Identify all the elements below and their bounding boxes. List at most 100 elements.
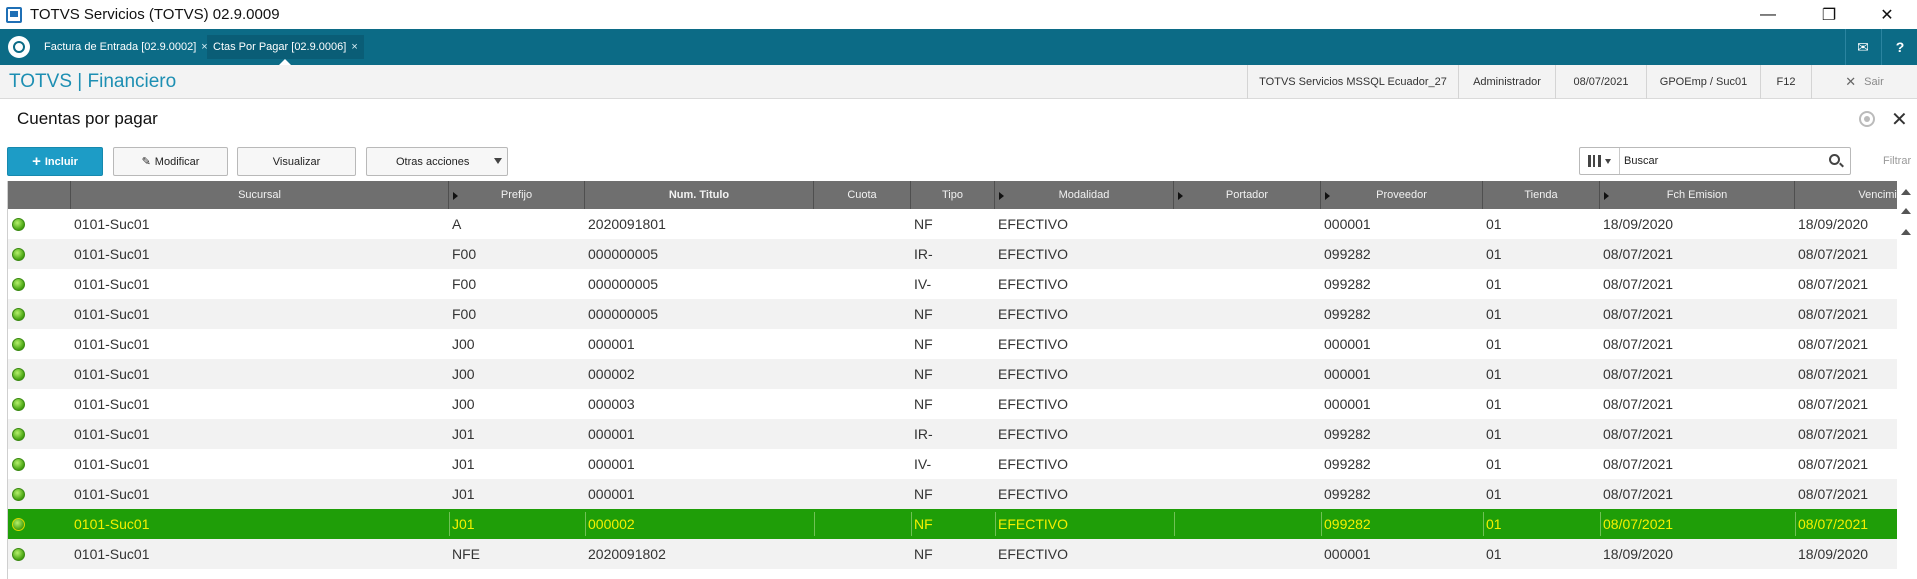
cell-cuota [814,329,911,359]
cell-tienda: 01 [1486,456,1502,472]
header-num-titulo[interactable]: Num. Titulo [585,181,814,209]
header-modalidad[interactable]: Modalidad [995,181,1174,209]
header-proveedor[interactable]: Proveedor [1321,181,1483,209]
company-info[interactable]: TOTVS Servicios MSSQL Ecuador_27 [1247,65,1458,99]
divider [1321,512,1322,536]
table-row[interactable]: 0101-Suc01 F00 000000005 IR- EFECTIVO 099282 0… [8,239,1905,269]
cell-cuota [814,539,911,569]
maximize-button[interactable]: ❐ [1806,0,1852,29]
cell-portador [1174,359,1321,389]
status-green-icon [12,428,25,441]
cell-tipo: IV- [914,276,932,292]
table-row[interactable]: 0101-Suc01 J00 000001 NF EFECTIVO 000001 01 08/… [8,329,1905,359]
other-actions-dropdown[interactable]: Otras acciones [366,147,508,176]
tab-close-icon[interactable]: × [351,41,357,53]
cell-modalidad: EFECTIVO [998,426,1069,442]
divider [1881,29,1882,65]
app-icon [6,6,22,23]
cell-portador [1174,239,1321,269]
totvs-logo-icon[interactable] [8,36,30,58]
cell-prefijo: J00 [452,366,475,382]
cell-modalidad: EFECTIVO [998,246,1069,262]
modify-label: Modificar [154,155,200,168]
table-row[interactable]: 0101-Suc01 J01 000001 NF EFECTIVO 099282 01 08/… [8,479,1905,509]
cell-tienda: 01 [1486,336,1502,352]
cell-portador [1174,509,1321,539]
payables-grid: Sucursal Prefijo Num. Titulo Cuota Tipo … [7,181,1905,579]
header-vencimiento[interactable]: Vencimie [1795,181,1905,209]
user-info[interactable]: Administrador [1458,65,1555,99]
cell-tipo: NF [914,336,933,352]
header-prefijo[interactable]: Prefijo [449,181,585,209]
cell-portador [1174,329,1321,359]
cell-cuota [814,389,911,419]
gear-icon[interactable] [1859,111,1875,127]
include-button[interactable]: + Incluir [7,147,103,176]
f12-shortcut[interactable]: F12 [1760,65,1811,99]
header-sucursal[interactable]: Sucursal [71,181,449,209]
modify-button[interactable]: ✎ Modificar [113,147,228,176]
status-green-icon [12,218,25,231]
cell-num-titulo: 000002 [588,516,635,532]
table-row[interactable]: 0101-Suc01 J01 000001 IV- EFECTIVO 099282 01 08… [8,449,1905,479]
header-tienda[interactable]: Tienda [1483,181,1600,209]
cell-tipo: NF [914,306,933,322]
table-row-selected[interactable]: 0101-Suc01 J01 000002 NF EFECTIVO 099282 01 08/… [8,509,1905,539]
other-actions-label: Otras acciones [396,155,470,168]
tab-ctas-por-pagar[interactable]: Ctas Por Pagar [02.9.0006] × [207,35,364,65]
cell-tienda: 01 [1486,306,1502,322]
view-button[interactable]: Visualizar [237,147,356,176]
cell-tienda: 01 [1486,246,1502,262]
view-label: Visualizar [272,155,321,168]
header-cuota[interactable]: Cuota [814,181,911,209]
cell-tipo: NF [914,366,933,382]
table-row[interactable]: 0101-Suc01 NFE 2020091802 NF EFECTIVO 000001 0… [8,539,1905,569]
search-icon[interactable] [1829,154,1840,165]
table-row[interactable]: 0101-Suc01 F00 000000005 IV- EFECTIVO 099282 0… [8,269,1905,299]
search-input[interactable] [1624,151,1824,171]
close-page-button[interactable]: ✕ [1891,107,1908,132]
cell-prefijo: J01 [452,456,475,472]
date-info[interactable]: 08/07/2021 [1555,65,1646,99]
minimize-button[interactable]: — [1745,0,1791,29]
cell-sucursal: 0101-Suc01 [74,456,150,472]
plus-icon: + [32,153,41,170]
cell-num-titulo: 000000005 [588,276,659,292]
filter-button[interactable]: Filtrar [1883,155,1911,167]
divider [1600,512,1601,536]
header-fch-emision[interactable]: Fch Emision [1600,181,1795,209]
columns-menu-button[interactable] [1580,148,1620,174]
exit-button[interactable]: ✕ Sair [1811,65,1917,99]
header-portador[interactable]: Portador [1174,181,1321,209]
vertical-scrollbar[interactable] [1897,181,1917,579]
header-tipo[interactable]: Tipo [911,181,995,209]
search-box [1579,147,1851,175]
cell-modalidad: EFECTIVO [998,336,1069,352]
divider [449,512,450,536]
mail-icon[interactable]: ✉ [1846,29,1880,65]
help-icon[interactable]: ? [1883,29,1917,65]
header-label: Portador [1225,189,1269,201]
cell-tipo: IR- [914,246,933,262]
table-row[interactable]: 0101-Suc01 J00 000003 NF EFECTIVO 000001 01 08/… [8,389,1905,419]
cell-modalidad: EFECTIVO [998,546,1069,562]
cell-tienda: 01 [1486,486,1502,502]
close-window-button[interactable]: ✕ [1864,0,1910,29]
cell-vencimiento: 08/07/2021 [1798,336,1869,352]
status-green-icon [12,338,25,351]
cell-fch-emision: 18/09/2020 [1603,216,1674,232]
table-row[interactable]: 0101-Suc01 J01 000001 IR- EFECTIVO 099282 01 08… [8,419,1905,449]
cell-sucursal: 0101-Suc01 [74,516,150,532]
scroll-page-up-icon[interactable] [1901,229,1911,235]
scroll-up-icon[interactable] [1901,208,1911,214]
table-row[interactable]: 0101-Suc01 A 2020091801 NF EFECTIVO 000001 01 1… [8,209,1905,239]
scroll-top-icon[interactable] [1901,189,1911,195]
tab-factura-de-entrada[interactable]: Factura de Entrada [02.9.0002] × [38,35,214,59]
header-status[interactable] [8,181,71,209]
branch-info[interactable]: GPOEmp / Suc01 [1646,65,1760,99]
cell-proveedor: 000001 [1324,366,1371,382]
include-label: Incluir [44,155,78,168]
cell-fch-emision: 08/07/2021 [1603,336,1674,352]
table-row[interactable]: 0101-Suc01 F00 000000005 NF EFECTIVO 099282 01… [8,299,1905,329]
table-row[interactable]: 0101-Suc01 J00 000002 NF EFECTIVO 000001 01 08/… [8,359,1905,389]
